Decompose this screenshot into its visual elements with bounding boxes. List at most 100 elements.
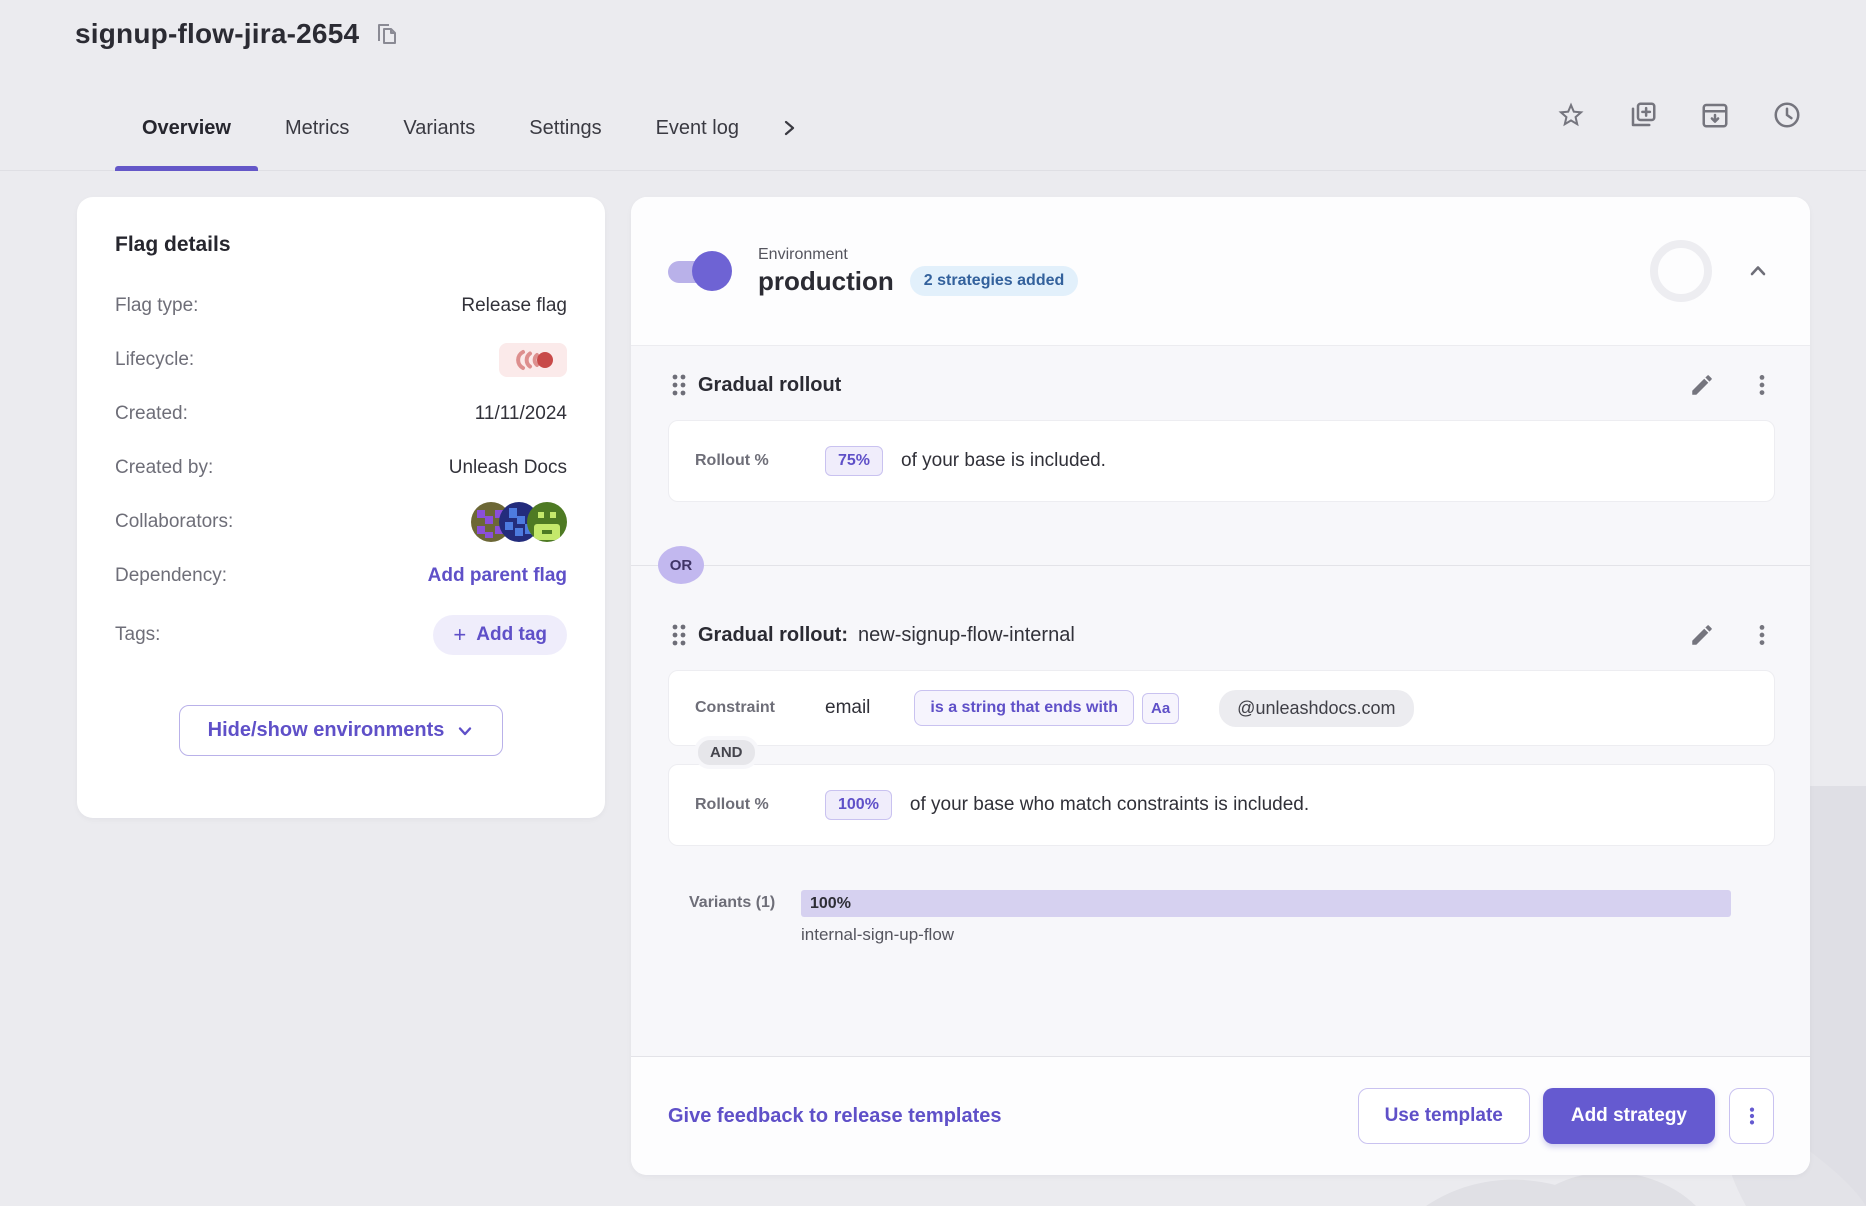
constraint-value-pill: @unleashdocs.com <box>1219 690 1413 727</box>
strategy-2-header: Gradual rollout: new-signup-flow-interna… <box>668 622 1775 648</box>
kebab-icon <box>1749 372 1775 398</box>
strategy-2-rollout-card: Rollout % 100% of your base who match co… <box>668 764 1775 846</box>
environment-label: Environment <box>758 246 1078 264</box>
use-template-button[interactable]: Use template <box>1358 1088 1530 1144</box>
edit-strategy-button[interactable] <box>1689 372 1715 398</box>
tabs-overflow-button[interactable] <box>766 85 812 171</box>
lifecycle-label: Lifecycle: <box>115 349 194 371</box>
lifecycle-stage-badge[interactable] <box>499 343 567 377</box>
archive-icon <box>1700 100 1730 130</box>
flag-details-title: Flag details <box>115 233 567 257</box>
created-value: 11/11/2024 <box>475 403 567 425</box>
chevron-up-icon <box>1746 259 1770 283</box>
environment-name: production <box>758 266 894 297</box>
drag-handle-icon <box>670 372 688 398</box>
tab-variants[interactable]: Variants <box>376 85 502 171</box>
kebab-icon <box>1749 622 1775 648</box>
constraint-card: Constraint email is a string that ends w… <box>668 670 1775 746</box>
history-button[interactable] <box>1772 100 1802 130</box>
flag-actions <box>1556 100 1802 130</box>
strategy-separator: OR <box>668 546 1775 584</box>
archive-flag-button[interactable] <box>1700 100 1730 130</box>
copy-icon <box>375 21 399 47</box>
hide-show-environments-button[interactable]: Hide/show environments <box>179 705 504 756</box>
add-strategy-button[interactable]: Add strategy <box>1543 1088 1715 1144</box>
edit-strategy-button[interactable] <box>1689 622 1715 648</box>
page-header: signup-flow-jira-2654 <box>75 18 399 50</box>
rollout-description: of your base who match constraints is in… <box>910 794 1309 816</box>
add-tag-label: Add tag <box>476 624 547 646</box>
constraint-field: email <box>825 697 870 719</box>
or-badge: OR <box>658 546 704 584</box>
constraint-label: Constraint <box>695 699 803 717</box>
tab-settings[interactable]: Settings <box>502 85 628 171</box>
pencil-icon <box>1689 372 1715 398</box>
flag-type-label: Flag type: <box>115 295 198 317</box>
strategy-1-header: Gradual rollout <box>668 372 1775 398</box>
strategy-1-rollout-card: Rollout % 75% of your base is included. <box>668 420 1775 502</box>
flag-details-panel: Flag details Flag type: Release flag Lif… <box>77 197 605 818</box>
collapse-environment-button[interactable] <box>1746 259 1770 283</box>
page-title: signup-flow-jira-2654 <box>75 18 359 50</box>
environment-title-block: Environment production 2 strategies adde… <box>758 246 1078 297</box>
environment-footer: Give feedback to release templates Use t… <box>631 1056 1810 1175</box>
tab-metrics[interactable]: Metrics <box>258 85 376 171</box>
copy-flag-name-button[interactable] <box>375 21 399 47</box>
and-badge: AND <box>694 736 759 769</box>
avatar[interactable] <box>527 502 567 542</box>
star-icon <box>1556 100 1586 130</box>
add-parent-flag-button[interactable]: Add parent flag <box>428 565 567 587</box>
constraint-operator-badge: is a string that ends with <box>914 690 1134 726</box>
drag-handle[interactable] <box>668 372 698 398</box>
strategies-count-badge: 2 strategies added <box>910 266 1079 296</box>
environment-accordion: Environment production 2 strategies adde… <box>631 197 1810 1175</box>
plus-icon: + <box>453 624 466 646</box>
variants-section: Variants (1) 100% internal-sign-up-flow <box>668 890 1775 945</box>
strategy-menu-button[interactable] <box>1749 372 1775 398</box>
variant-name: internal-sign-up-flow <box>801 925 1731 945</box>
chevron-down-icon <box>456 722 474 740</box>
kebab-icon <box>1741 1105 1763 1127</box>
toggle-knob <box>692 251 732 291</box>
created-row: Created: 11/11/2024 <box>115 387 567 441</box>
collaborators-row: Collaborators: <box>115 495 567 549</box>
metrics-donut <box>1650 240 1712 302</box>
favorite-button[interactable] <box>1556 100 1586 130</box>
rollout-label: Rollout % <box>695 796 803 814</box>
strategy-2-name: new-signup-flow-internal <box>858 624 1075 647</box>
variant-distribution-bar: 100% <box>801 890 1731 917</box>
strategy-2-body: Constraint email is a string that ends w… <box>668 670 1775 945</box>
hide-show-environments-label: Hide/show environments <box>208 719 445 742</box>
tab-overview[interactable]: Overview <box>115 85 258 171</box>
lifecycle-live-icon <box>511 348 555 372</box>
created-by-row: Created by: Unleash Docs <box>115 441 567 495</box>
pencil-icon <box>1689 622 1715 648</box>
chevron-right-icon <box>780 119 798 137</box>
collaborator-avatars <box>471 502 567 542</box>
flag-tabs: Overview Metrics Variants Settings Event… <box>115 85 812 171</box>
strategy-1-title: Gradual rollout <box>698 374 841 397</box>
rollout-percent-badge: 75% <box>825 446 883 476</box>
flag-type-row: Flag type: Release flag <box>115 279 567 333</box>
separator-line <box>631 565 1810 566</box>
tags-label: Tags: <box>115 624 160 646</box>
lifecycle-row: Lifecycle: <box>115 333 567 387</box>
more-strategy-options-button[interactable] <box>1729 1088 1774 1144</box>
clone-flag-button[interactable] <box>1628 100 1658 130</box>
strategy-list: Gradual rollout Rollout % 75% of your ba… <box>631 345 1810 1056</box>
rollout-description: of your base is included. <box>901 450 1106 472</box>
dependency-label: Dependency: <box>115 565 227 587</box>
environment-header: Environment production 2 strategies adde… <box>631 197 1810 345</box>
created-by-value: Unleash Docs <box>449 457 567 479</box>
collaborators-label: Collaborators: <box>115 511 233 533</box>
drag-handle-icon <box>670 622 688 648</box>
release-templates-feedback-link[interactable]: Give feedback to release templates <box>668 1105 1002 1128</box>
case-sensitive-badge: Aa <box>1142 693 1179 724</box>
environment-toggle[interactable] <box>668 258 732 284</box>
strategy-menu-button[interactable] <box>1749 622 1775 648</box>
tags-row: Tags: + Add tag <box>115 603 567 667</box>
tab-event-log[interactable]: Event log <box>629 85 766 171</box>
add-tag-button[interactable]: + Add tag <box>433 615 567 655</box>
rollout-percent-badge: 100% <box>825 790 892 820</box>
drag-handle[interactable] <box>668 622 698 648</box>
